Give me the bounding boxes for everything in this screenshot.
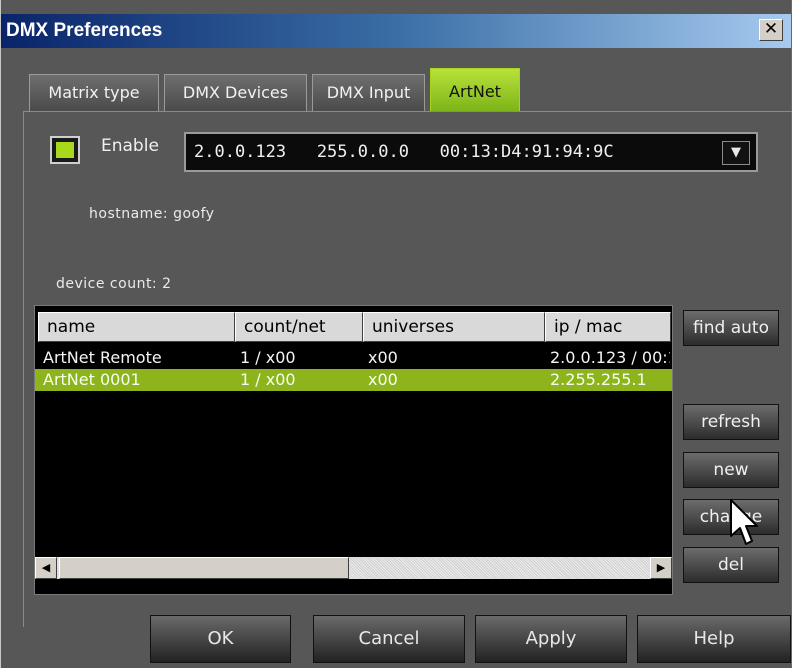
window-title: DMX Preferences (6, 20, 163, 41)
table-row-selected[interactable]: ArtNet 0001 1 / x00 x00 2.255.255.1 (35, 369, 672, 391)
cell-universes: x00 (368, 348, 398, 367)
close-button[interactable]: ✕ (759, 19, 783, 41)
apply-button[interactable]: Apply (475, 615, 627, 663)
help-button[interactable]: Help (637, 615, 791, 663)
column-header-name[interactable]: name (38, 312, 235, 342)
refresh-button[interactable]: refresh (683, 404, 779, 440)
cell-name: ArtNet 0001 (43, 370, 141, 389)
scrollbar-thumb[interactable] (59, 557, 349, 579)
delete-button[interactable]: del (683, 547, 779, 583)
cell-name: ArtNet Remote (43, 348, 162, 367)
enable-checkbox[interactable] (50, 136, 80, 164)
device-count-text: device count: 2 (56, 276, 172, 292)
table-row[interactable]: ArtNet Remote 1 / x00 x00 2.0.0.123 / 00… (35, 347, 672, 369)
cell-ip-mac: 2.0.0.123 / 00:13:D4:91:94:9C (550, 348, 670, 367)
cancel-button[interactable]: Cancel (313, 615, 465, 663)
checkbox-checked-indicator (56, 142, 74, 158)
cell-ip-mac: 2.255.255.1 (550, 370, 647, 389)
mouse-pointer-icon (730, 499, 758, 545)
hostname-text: hostname: goofy (89, 206, 215, 222)
column-header-ip-mac[interactable]: ip / mac (545, 312, 671, 342)
device-list[interactable]: name count/net universes ip / mac ArtNet… (34, 305, 673, 595)
scroll-left-arrow-icon[interactable]: ◀ (35, 557, 57, 579)
column-header-count-net[interactable]: count/net (235, 312, 363, 342)
tab-dmx-devices[interactable]: DMX Devices (164, 74, 307, 112)
tab-artnet[interactable]: ArtNet (430, 68, 520, 112)
scroll-right-arrow-icon[interactable]: ▶ (650, 557, 672, 579)
tab-dmx-input[interactable]: DMX Input (312, 74, 425, 112)
dmx-preferences-window: DMX Preferences ✕ Matrix type DMX Device… (0, 0, 792, 668)
cell-universes: x00 (368, 370, 398, 389)
cell-count-net: 1 / x00 (240, 370, 296, 389)
column-header-universes[interactable]: universes (363, 312, 545, 342)
title-bar[interactable]: DMX Preferences ✕ (1, 14, 791, 48)
chevron-down-icon[interactable]: ▼ (722, 141, 750, 165)
ok-button[interactable]: OK (150, 615, 291, 663)
network-interface-value: 2.0.0.123 255.0.0.0 00:13:D4:91:94:9C (194, 142, 614, 162)
enable-label: Enable (101, 136, 159, 156)
tab-matrix-type[interactable]: Matrix type (29, 74, 159, 112)
find-auto-button[interactable]: find auto (683, 310, 779, 346)
network-interface-select[interactable]: 2.0.0.123 255.0.0.0 00:13:D4:91:94:9C ▼ (184, 132, 758, 172)
new-button[interactable]: new (683, 452, 779, 488)
horizontal-scrollbar[interactable]: ◀ ▶ (35, 557, 672, 579)
cell-count-net: 1 / x00 (240, 348, 296, 367)
